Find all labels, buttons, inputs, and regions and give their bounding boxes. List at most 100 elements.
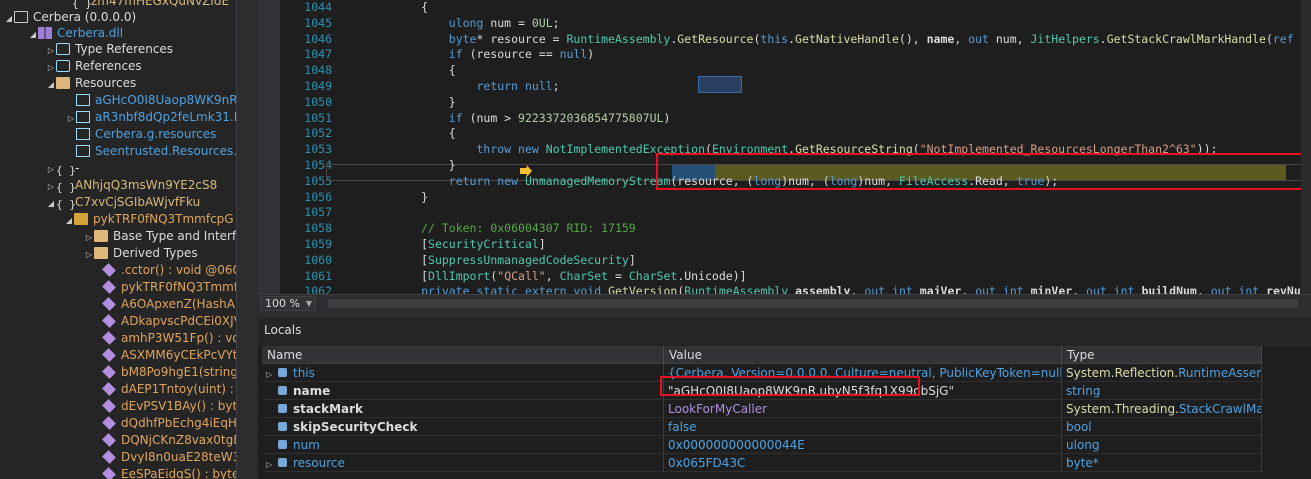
editor-horizontal-scrollbar[interactable] — [328, 299, 1298, 308]
local-type: ulong — [1066, 438, 1100, 452]
local-value[interactable]: LookForMyCaller — [668, 402, 767, 416]
collapse-arrow-icon[interactable]: ◢ — [64, 212, 74, 229]
code-line[interactable]: byte* resource = RuntimeAssembly.GetReso… — [338, 32, 1311, 48]
collapse-arrow-icon[interactable]: ◢ — [46, 76, 56, 93]
tree-item[interactable]: ▷{ }- — [0, 160, 79, 177]
tree-item[interactable]: ◢ pykTRF0fNQ3TmmfcpG @02000002 — [0, 211, 236, 228]
meth-icon — [102, 382, 116, 396]
expand-arrow-icon[interactable]: ▷ — [66, 110, 76, 127]
collapse-arrow-icon[interactable]: ◢ — [46, 195, 56, 212]
column-header-value[interactable]: Value — [664, 346, 1062, 364]
res-icon — [76, 145, 90, 157]
code-line[interactable]: { — [338, 0, 428, 16]
column-header-type[interactable]: Type — [1062, 346, 1262, 364]
tree-item-label: Type References — [75, 42, 174, 56]
asm-icon — [14, 11, 28, 23]
locals-row[interactable]: skipSecurityCheck false bool — [262, 418, 1262, 436]
tree-item[interactable]: ASXMM6yCEkPcVYt9D — [0, 347, 236, 364]
meth-icon — [102, 433, 116, 447]
code-line[interactable]: // Token: 0x06004307 RID: 17159 — [338, 221, 636, 237]
tree-item[interactable]: dQdhfPbEchg4iEqHY7 — [0, 415, 236, 432]
chevron-down-icon[interactable]: ▼ — [306, 297, 312, 310]
code-text[interactable]: { ulong num = 0UL; byte* resource = Runt… — [338, 0, 1311, 294]
code-editor[interactable]: 1044 1045 1046 1047 1048 1049 1050 1051 1052 1053… — [258, 0, 1311, 294]
code-line[interactable]: if (num > 9223372036854775807UL) — [338, 111, 671, 127]
local-name: resource — [293, 456, 345, 470]
meth-icon — [102, 348, 116, 362]
variable-icon — [278, 458, 287, 467]
code-line[interactable]: } — [338, 95, 456, 111]
variable-icon — [278, 386, 287, 395]
tree-item[interactable]: pykTRF0fNQ3Tmmfcpg() — [0, 279, 236, 296]
line-number: 1057 — [304, 205, 332, 220]
locals-row[interactable]: ▷ resource 0x065FD43C byte* — [262, 454, 1262, 472]
expand-arrow-icon[interactable]: ▷ — [266, 456, 276, 472]
code-line[interactable]: } — [338, 158, 456, 174]
code-line[interactable]: [DllImport("QCall", CharSet = CharSet.Un… — [338, 269, 746, 285]
line-number: 1046 — [304, 31, 332, 46]
tree-item[interactable]: ◢ Resources — [0, 75, 136, 92]
expand-arrow-icon[interactable]: ▷ — [46, 42, 56, 59]
name-value-annotation-box — [660, 376, 920, 396]
column-header-name[interactable]: Name — [262, 346, 664, 364]
line-number: 1049 — [304, 79, 332, 93]
code-line[interactable]: if (resource == null) — [338, 47, 594, 63]
tree-item[interactable]: ▷ aR3nbf8dQp2feLmk31.ISfdMqT3eVHrmXB8iG — [0, 109, 236, 126]
expand-arrow-icon[interactable]: ▷ — [46, 178, 56, 195]
variable-icon — [278, 404, 287, 413]
tree-item[interactable]: A6OApxenZ(HashAlgorithm) — [0, 296, 236, 313]
tree-item[interactable]: aGHcO0I8Uaop8WK9nR.ubyN5f3fq1X99obSjG — [0, 92, 236, 109]
local-value[interactable]: 0x000000000000044E — [668, 438, 805, 452]
tree-item[interactable]: ▷ References — [0, 58, 142, 75]
local-value[interactable]: 0x065FD43C — [668, 456, 745, 470]
expand-arrow-icon[interactable]: ▷ — [84, 229, 94, 246]
locals-header-row: Name Value Type — [262, 346, 1262, 364]
tree-item-label: Seentrusted.Resources.resources — [95, 144, 236, 158]
expand-arrow-icon[interactable]: ▷ — [266, 366, 276, 382]
expand-arrow-icon[interactable]: ▷ — [46, 161, 56, 178]
folder-icon — [56, 77, 70, 89]
tree-item[interactable]: .cctor() : void @06000001 — [0, 262, 236, 279]
code-line[interactable]: ulong num = 0UL; — [338, 16, 560, 32]
code-line[interactable]: { — [338, 126, 456, 142]
tree-item[interactable]: Cerbera.g.resources — [0, 126, 216, 143]
tree-item[interactable]: EeSPaEidqS() : byte[] @ — [0, 466, 236, 479]
code-line[interactable]: { — [338, 63, 456, 79]
tree-item[interactable]: bM8Po9hgE1(string) : — [0, 364, 236, 381]
panel-splitter[interactable] — [236, 0, 258, 479]
editor-vertical-scrollbar[interactable] — [1301, 0, 1311, 294]
ns-icon: { } — [56, 181, 76, 194]
zoom-dropdown[interactable]: 100 % ▼ — [260, 296, 316, 311]
tree-item[interactable]: ▷{ }ANhjqQ3msWn9YE2cS8 — [0, 177, 217, 194]
line-number: 1062 — [304, 284, 332, 294]
breakpoint-margin[interactable] — [258, 0, 280, 294]
tree-item[interactable]: ◢{ }C7xvCjSGIbAWjvfFku — [0, 194, 200, 211]
tree-item[interactable]: DQNjCKnZ8vax0tgBW — [0, 432, 236, 449]
local-value[interactable]: false — [668, 420, 697, 434]
variable-icon — [278, 440, 287, 449]
code-line[interactable]: [SecurityCritical] — [338, 237, 546, 253]
folder-icon — [94, 247, 108, 259]
code-line[interactable]: [SuppressUnmanagedCodeSecurity] — [338, 253, 636, 269]
tree-item[interactable]: Seentrusted.Resources.resources — [0, 143, 236, 160]
tree-item-label: amhP3W51Fp() : void — [121, 331, 236, 345]
tree-item[interactable]: dEvPSV1BAy() : byte[] — [0, 398, 236, 415]
expand-arrow-icon[interactable]: ▷ — [84, 246, 94, 263]
code-line[interactable]: return null; — [338, 79, 559, 95]
tree-item[interactable]: ◢ Cerbera.dll — [0, 25, 123, 42]
tree-item-label: EeSPaEidqS() : byte[] @ — [121, 467, 236, 479]
tree-item[interactable]: amhP3W51Fp() : void — [0, 330, 236, 347]
tree-item[interactable]: ◢ Cerbera (0.0.0.0) — [0, 9, 136, 26]
line-number: 1056 — [304, 189, 332, 204]
expand-arrow-icon[interactable]: ▷ — [46, 59, 56, 76]
tree-item[interactable]: ▷ Base Type and Interfaces — [0, 228, 236, 245]
tree-item[interactable]: ADkapvscPdCEi0XJVZ — [0, 313, 236, 330]
code-line[interactable]: } — [338, 190, 428, 206]
tree-item[interactable]: DvyI8n0uaE28teW33Ch — [0, 449, 236, 466]
tree-item[interactable]: ▷ Type References — [0, 41, 173, 58]
tree-item[interactable]: dAEP1Tntoy(uint) : uint — [0, 381, 236, 398]
locals-row[interactable]: stackMark LookForMyCaller System.Threading… — [262, 400, 1262, 418]
tree-item[interactable]: ▷ Derived Types — [0, 245, 198, 262]
locals-row[interactable]: num 0x000000000000044E ulong — [262, 436, 1262, 454]
code-line[interactable]: private static extern void GetVersion(Ru… — [338, 284, 1311, 294]
